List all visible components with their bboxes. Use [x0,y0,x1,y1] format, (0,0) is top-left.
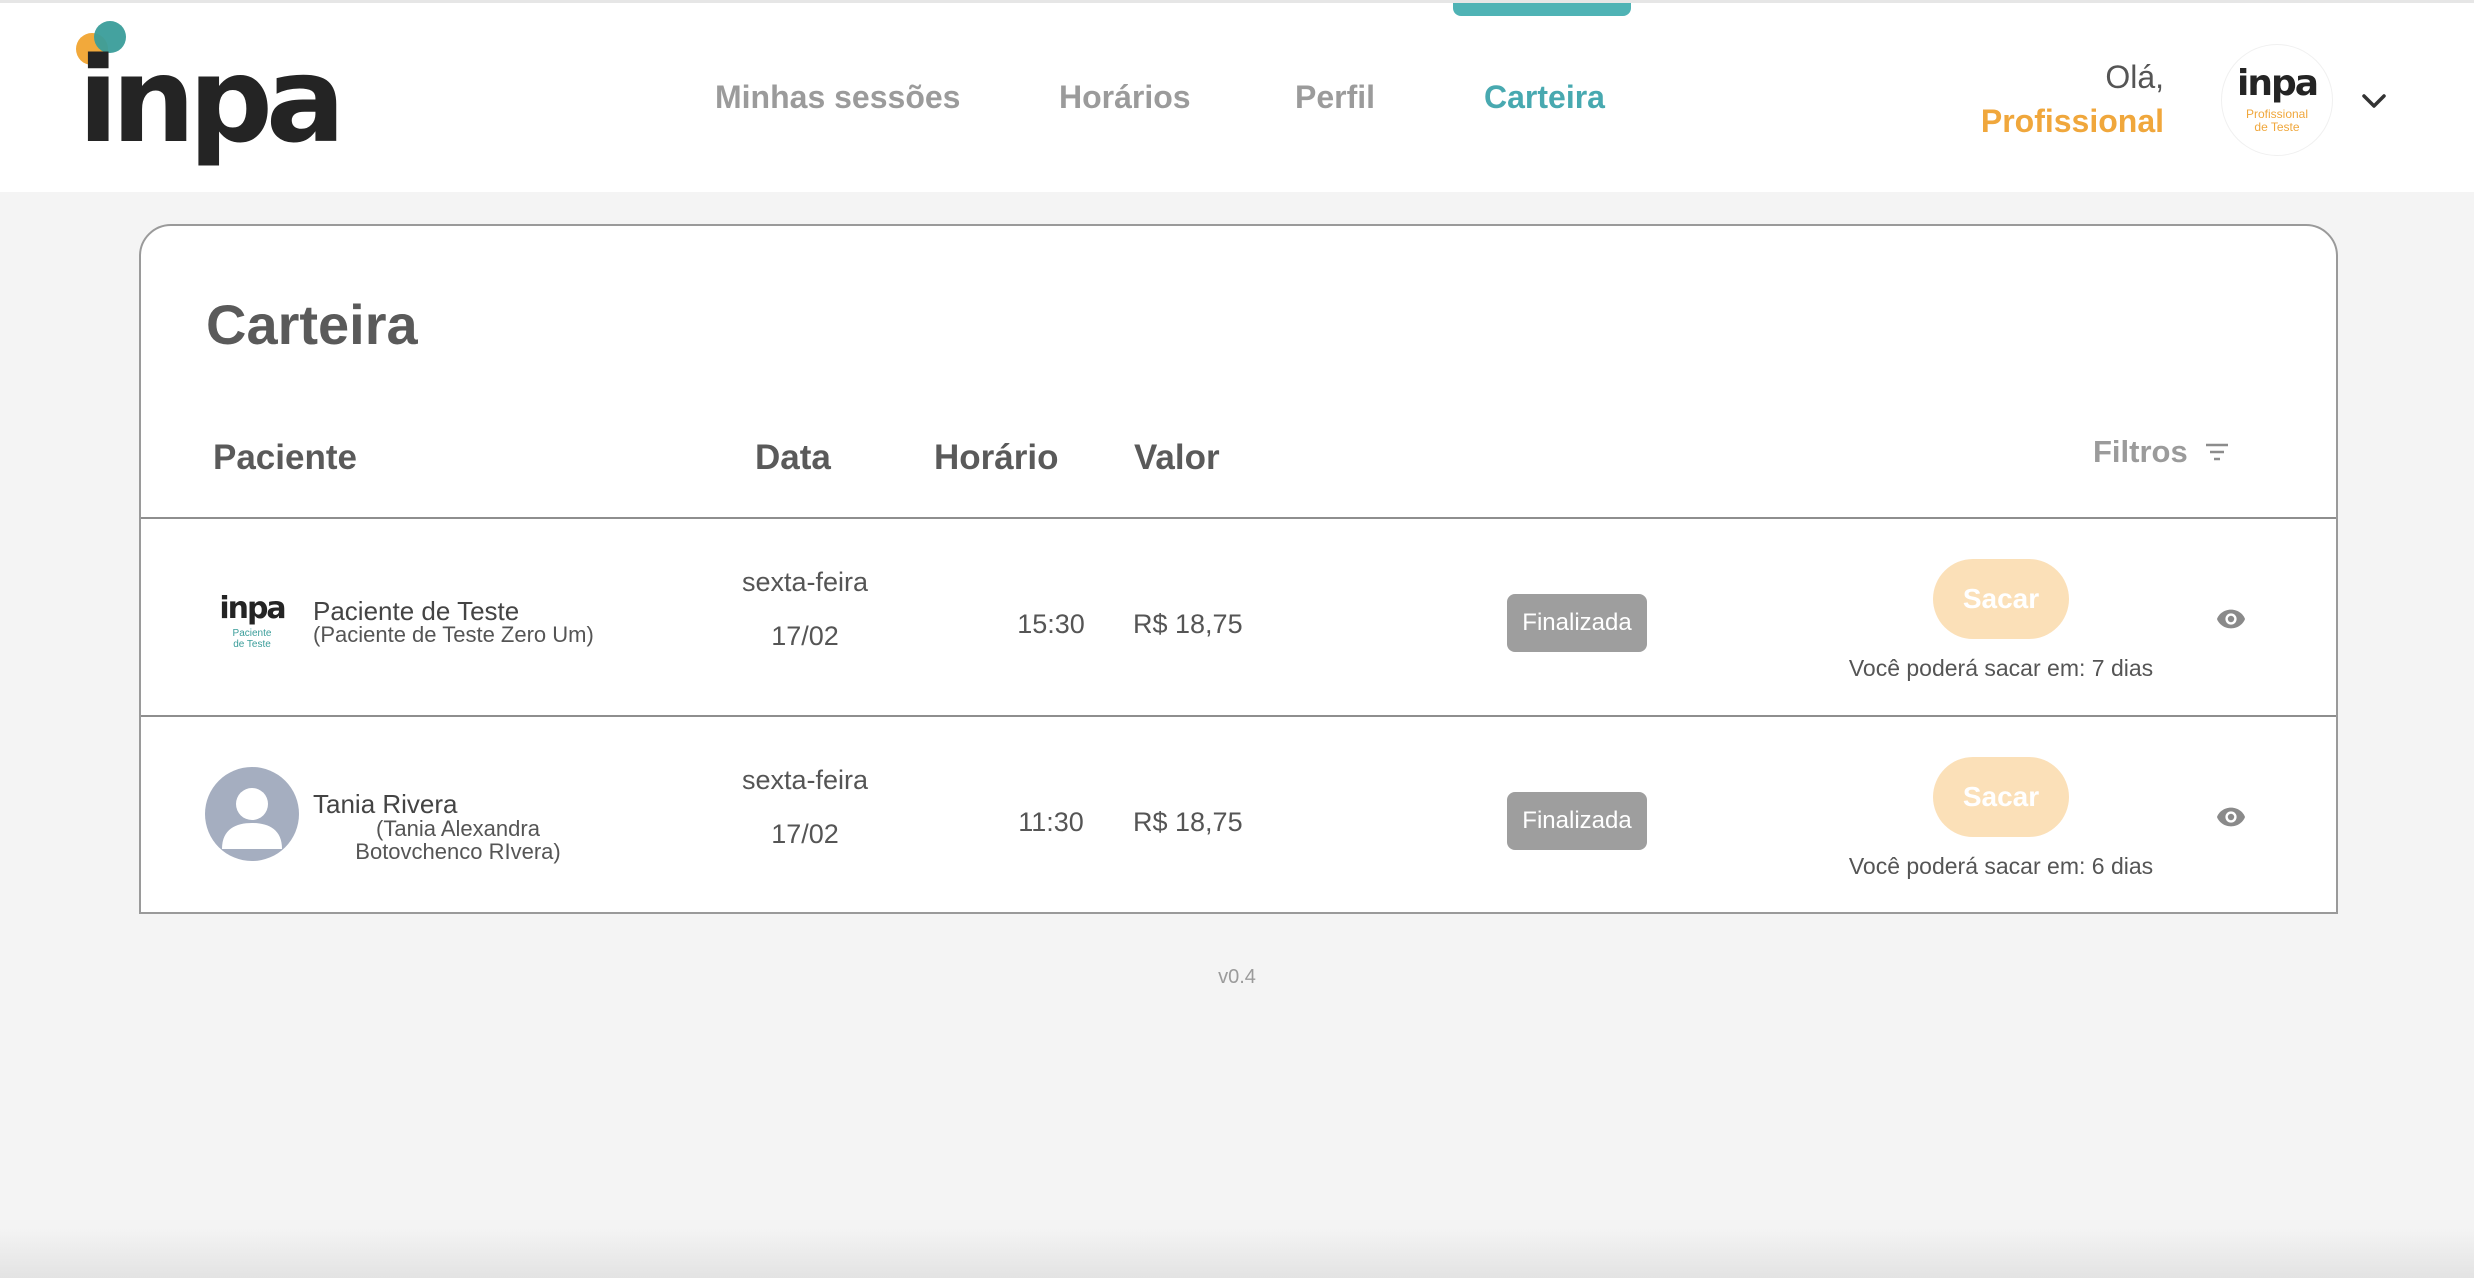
header-value: Valor [1134,438,1220,477]
status-badge: Finalizada [1507,792,1647,850]
session-date: sexta-feira 17/02 [705,555,905,663]
filters-button[interactable]: Filtros [2093,434,2230,470]
table-row: inpa Paciente de Teste Paciente de Teste… [141,519,2336,715]
user-avatar[interactable]: inpa Profissional de Teste [2222,45,2332,155]
bottom-shade [0,1228,2474,1278]
patient-full-name: (Tania Alexandra Botovchenco RIvera) [355,816,561,864]
active-tab-indicator [1453,3,1631,16]
table-row: Tania Rivera (Tania Alexandra Botovchenc… [141,717,2336,913]
nav-minhas-sessoes[interactable]: Minhas sessões [715,79,960,116]
greeting-text: Olá, [2105,59,2164,95]
top-header: inpa Minhas sessões Horários Perfil Cart… [0,0,2474,192]
patient-avatar-logo-text: inpa [219,591,286,626]
app-version: v0.4 [1218,966,1256,988]
filters-label: Filtros [2093,434,2188,469]
session-value: R$ 18,75 [1133,609,1243,639]
header-time: Horário [934,438,1059,477]
session-day: 17/02 [771,819,839,849]
session-time: 11:30 [1018,807,1084,837]
avatar-line2: de Teste [2254,119,2300,134]
avatar-logo-text: inpa [2236,63,2319,104]
header-patient: Paciente [213,438,357,477]
avatar-logo: inpa Profissional de Teste [2222,63,2332,133]
patient-full-name: (Paciente de Teste Zero Um) [313,622,594,647]
header-date: Data [755,438,831,477]
brand-logo[interactable]: inpa [74,19,346,169]
session-weekday: sexta-feira [741,765,869,795]
user-role: Profissional [1980,103,2164,139]
patient-avatar-line2: de Teste [233,638,271,650]
session-time: 15:30 [1017,609,1085,639]
nav-perfil[interactable]: Perfil [1295,79,1375,116]
page-title: Carteira [206,293,418,356]
withdraw-note: Você poderá sacar em: 6 dias [1848,853,2154,879]
chevron-down-icon[interactable] [2358,85,2390,117]
withdraw-group: Sacar Você poderá sacar em: 6 dias [1801,757,2201,880]
patient-avatar-line1: Paciente [232,628,272,639]
patient-avatar [205,767,299,861]
session-weekday: sexta-feira [741,567,869,597]
patient-avatar: inpa Paciente de Teste [205,569,299,663]
withdraw-button[interactable]: Sacar [1933,757,2069,837]
user-greeting: Olá, Profissional [1981,55,2164,143]
withdraw-button[interactable]: Sacar [1933,559,2069,639]
nav-carteira[interactable]: Carteira [1484,79,1605,116]
status-badge: Finalizada [1507,594,1647,652]
session-day: 17/02 [771,621,839,651]
user-placeholder-icon [222,788,282,849]
logo-text: inpa [78,31,346,169]
withdraw-note: Você poderá sacar em: 7 dias [1848,655,2154,681]
session-date: sexta-feira 17/02 [705,753,905,861]
nav-horarios[interactable]: Horários [1059,79,1191,116]
session-value: R$ 18,75 [1133,807,1243,837]
patient-avatar-logo: inpa Paciente de Teste [205,591,299,650]
avatar-line1: Profissional [2245,107,2309,121]
wallet-card: Carteira Paciente Data Horário Valor Fil… [139,224,2338,914]
eye-icon[interactable] [2215,603,2247,635]
withdraw-group: Sacar Você poderá sacar em: 7 dias [1801,559,2201,682]
filter-icon [2205,443,2228,461]
eye-icon[interactable] [2215,801,2247,833]
